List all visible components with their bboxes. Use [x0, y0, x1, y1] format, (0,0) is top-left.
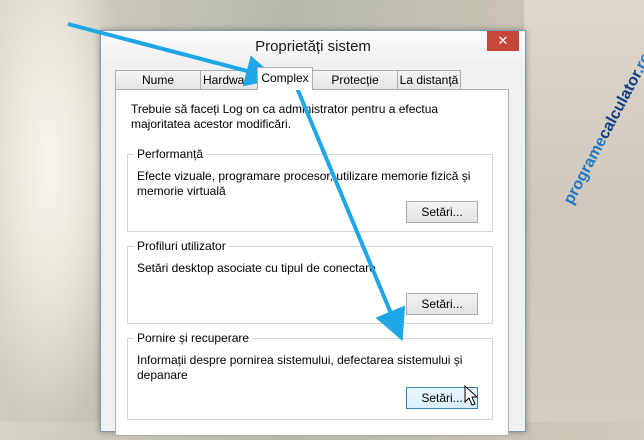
mouse-pointer-icon — [464, 385, 478, 406]
tab-complex[interactable]: Complex — [257, 67, 313, 90]
annotation-arrows — [67, 22, 406, 342]
arrow-to-settings-button — [290, 75, 406, 342]
arrow-to-complex-tab — [67, 22, 278, 87]
